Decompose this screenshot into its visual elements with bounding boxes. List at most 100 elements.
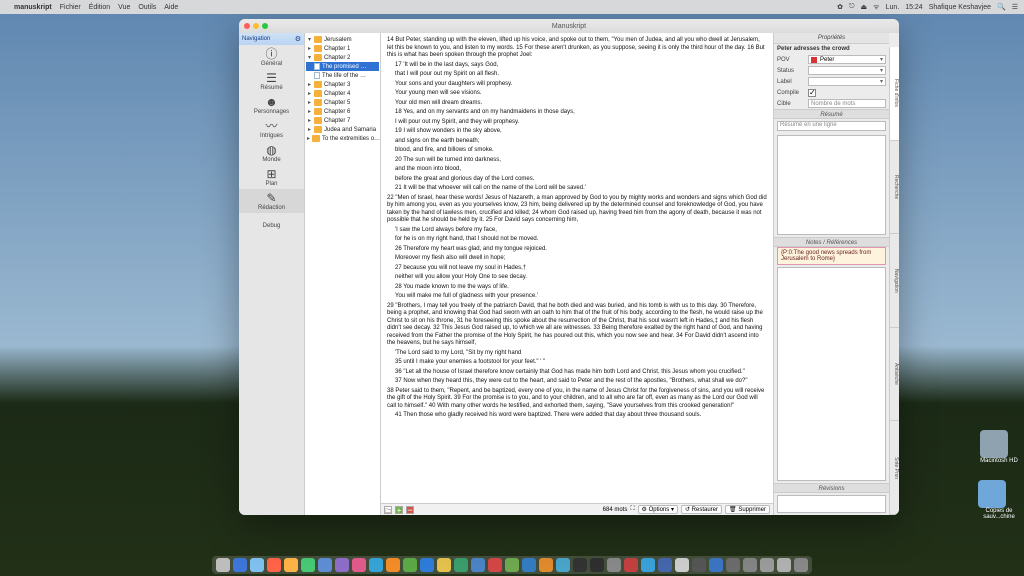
dock-app[interactable] [437,558,451,572]
dock-app[interactable] [284,558,298,572]
desktop-backup-folder[interactable]: Copies de sauv...chine [978,480,1020,520]
dock-app[interactable] [386,558,400,572]
pov-select[interactable]: Peter [808,55,886,64]
minimize-icon[interactable] [253,23,259,29]
dock-app[interactable] [454,558,468,572]
tree-row[interactable]: ▾Jerusalem [306,35,379,44]
user-name[interactable]: Shafique Keshavjee [929,4,991,11]
tree-row[interactable]: ▸Chapter 6 [306,107,379,116]
fullscreen-icon[interactable]: ⛶ [630,506,634,513]
menu-tools[interactable]: Outils [138,4,156,11]
macos-dock[interactable] [212,556,812,574]
dock-app[interactable] [573,558,587,572]
tree-row[interactable]: ▸Judea and Samaria [306,125,379,134]
sidebar-item-rédaction[interactable]: ✎Rédaction [239,189,304,213]
dock-app[interactable] [607,558,621,572]
tree-row[interactable]: ▸Chapter 7 [306,116,379,125]
dock-app[interactable] [233,558,247,572]
dock-app[interactable] [335,558,349,572]
dock-app[interactable] [692,558,706,572]
status-select[interactable] [808,66,886,75]
dock-app[interactable] [556,558,570,572]
inspector-tab[interactable]: Navigation [889,234,899,328]
add-item-button[interactable]: + [395,506,403,514]
status-icon[interactable]: ⎋ [849,3,855,11]
remove-item-button[interactable]: − [406,506,414,514]
scene-title[interactable]: Peter adresses the crowd [774,44,889,54]
dock-app[interactable] [250,558,264,572]
dock-app[interactable] [794,558,808,572]
summary-oneline-input[interactable]: Résumé en une ligne [777,121,886,131]
revisions-list[interactable] [777,495,886,513]
dock-app[interactable] [301,558,315,572]
sidebar-item-intrigues[interactable]: 〰Intrigues [239,117,304,141]
notes-reference[interactable]: {P:0:The good news spreads from Jerusale… [777,247,886,265]
desktop-hd[interactable]: Macintosh HD [980,430,1018,464]
outline-tree[interactable]: ▾Jerusalem▸Chapter 1▾Chapter 2The promis… [305,33,381,515]
menu-help[interactable]: Aide [164,4,178,11]
menu-view[interactable]: Vue [118,4,130,11]
target-field[interactable]: Nombre de mots [808,99,886,108]
inspector-tab[interactable]: Fiche d'infos [889,47,899,141]
dock-app[interactable] [369,558,383,572]
tree-row[interactable]: ▸Chapter 5 [306,98,379,107]
delete-button[interactable]: 🗑 Supprimer [725,505,770,514]
tree-row[interactable]: The promised … [306,62,379,71]
dock-app[interactable] [488,558,502,572]
maximize-icon[interactable] [262,23,268,29]
menu-file[interactable]: Fichier [60,4,81,11]
compile-checkbox[interactable] [808,89,816,97]
inspector-tab[interactable]: Antisèche [889,328,899,422]
sidebar-item-monde[interactable]: ◍Monde [239,141,304,165]
clock-day[interactable]: Lun. [886,4,900,11]
restore-button[interactable]: ↺ Restaurer [681,505,722,514]
dock-app[interactable] [743,558,757,572]
options-button[interactable]: ⚙ Options ▾ [638,505,678,514]
sidebar-item-plan[interactable]: ⊞Plan [239,165,304,189]
sidebar-item-debug[interactable]: Debug [239,213,304,237]
tree-row[interactable]: ▸To the extremities o… [306,134,379,143]
document-text[interactable]: 14 But Peter, standing up with the eleve… [381,33,773,503]
tree-row[interactable]: The life of the … [306,71,379,80]
dock-app[interactable] [216,558,230,572]
dock-app[interactable] [590,558,604,572]
sidebar-item-résumé[interactable]: ☰Résumé [239,69,304,93]
close-icon[interactable] [244,23,250,29]
tree-row[interactable]: ▸Chapter 4 [306,89,379,98]
clock-time[interactable]: 15:24 [905,4,923,11]
dock-app[interactable] [675,558,689,572]
dock-app[interactable] [352,558,366,572]
tree-row[interactable]: ▸Chapter 1 [306,44,379,53]
dock-app[interactable] [267,558,281,572]
dock-app[interactable] [726,558,740,572]
notification-icon[interactable]: ☰ [1012,3,1018,11]
gear-icon[interactable]: ⚙ [295,35,301,43]
label-select[interactable] [808,77,886,86]
dock-app[interactable] [403,558,417,572]
dock-app[interactable] [471,558,485,572]
notes-input[interactable] [777,267,886,481]
status-icon[interactable]: ⏏ [861,3,868,11]
status-icon[interactable]: ✿ [837,3,843,11]
dock-app[interactable] [318,558,332,572]
dock-app[interactable] [777,558,791,572]
sidebar-item-général[interactable]: ⓘGénéral [239,45,304,69]
dock-app[interactable] [624,558,638,572]
wifi-icon[interactable]: ᯤ [873,3,879,12]
inspector-tab[interactable]: Snte Prsn [889,421,899,515]
sidebar-item-personnages[interactable]: ☻Personnages [239,93,304,117]
dock-app[interactable] [641,558,655,572]
dock-app[interactable] [658,558,672,572]
new-folder-icon[interactable]: 🗀 [384,506,392,514]
tree-row[interactable]: ▸Chapter 3 [306,80,379,89]
tree-row[interactable]: ▾Chapter 2 [306,53,379,62]
dock-app[interactable] [539,558,553,572]
inspector-tab[interactable]: Recherche [889,141,899,235]
spotlight-icon[interactable]: 🔍 [997,3,1006,11]
dock-app[interactable] [505,558,519,572]
dock-app[interactable] [420,558,434,572]
dock-app[interactable] [522,558,536,572]
app-name[interactable]: manuskript [14,4,52,11]
summary-full-input[interactable] [777,135,886,235]
dock-app[interactable] [709,558,723,572]
